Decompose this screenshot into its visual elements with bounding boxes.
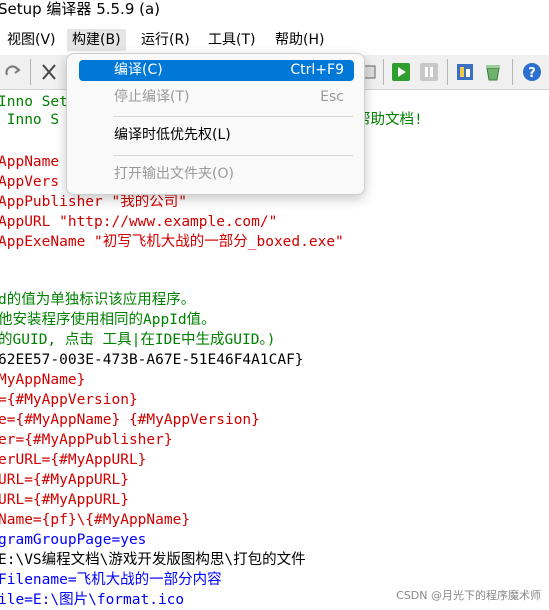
svg-text:?: ? [528, 66, 536, 81]
menu-separator [113, 116, 353, 117]
run-icon[interactable] [390, 61, 412, 83]
menu-item-label: 打开输出文件夹(O) [114, 166, 234, 182]
menu-view[interactable]: 视图(V) [2, 29, 61, 51]
code-line: e={#MyAppName} {#MyAppVersion} [0, 412, 260, 428]
toolbar-separator [447, 59, 448, 85]
code-line: ile=E:\图片\format.ico [0, 592, 185, 608]
menu-item-compile[interactable]: 编译(C) Ctrl+F9 [79, 60, 354, 81]
menu-item-label: 编译时低优先权(L) [114, 127, 231, 143]
cut-icon[interactable] [38, 61, 60, 83]
code-line: AppExeName "初写飞机大战的一部分_boxed.exe" [0, 234, 344, 250]
code-line: Filename=飞机大战的一部分内容 [0, 572, 222, 588]
code-line: AppURL "http://www.example.com/" [0, 214, 278, 230]
menu-help[interactable]: 帮助(H) [270, 29, 329, 51]
window-title: Setup 编译器 5.5.9 (a) [0, 0, 161, 18]
menu-item-open-output-folder[interactable]: 打开输出文件夹(O) [79, 164, 354, 185]
code-line: d的值为单独标识该应用程序。 [0, 292, 196, 308]
code-line: Inno Set [0, 94, 68, 110]
menu-bar: 视图(V) 构建(B) 运行(R) 工具(T) 帮助(H) [0, 26, 549, 53]
code-line: 的GUID, 点击 工具|在IDE中生成GUID。) [0, 332, 276, 348]
toolbar-separator [30, 59, 31, 85]
menu-item-stop-compile[interactable]: 停止编译(T) Esc [79, 87, 354, 108]
toolbar-separator [383, 59, 384, 85]
code-line: 他安装程序使用相同的AppId值。 [0, 312, 216, 328]
code-line: gramGroupPage=yes [0, 532, 147, 548]
code-line: 62EE57-003E-473B-A67E-51E46F4A1CAF} [0, 352, 304, 368]
menu-item-shortcut: Esc [320, 89, 344, 105]
code-line: erURL={#MyAppURL} [0, 452, 147, 468]
menu-build[interactable]: 构建(B) [67, 29, 126, 51]
redo-icon[interactable] [2, 61, 24, 83]
code-line: URL={#MyAppURL} [0, 492, 129, 508]
code-line-suffix: 帮助文档! [356, 112, 423, 128]
watermark: CSDN @月光下的程序魔术师 [396, 589, 541, 602]
menu-item-low-priority[interactable]: 编译时低优先权(L) [79, 125, 354, 146]
menu-run[interactable]: 运行(R) [136, 29, 195, 51]
code-line: AppPublisher "我的公司" [0, 194, 187, 210]
menu-item-label: 停止编译(T) [114, 89, 190, 105]
pause-icon[interactable] [418, 61, 440, 83]
code-line: URL={#MyAppURL} [0, 472, 129, 488]
code-line: AppVers [0, 174, 60, 190]
toolbar-separator [512, 59, 513, 85]
code-line: Inno S [0, 112, 60, 128]
menu-item-label: 编译(C) [114, 62, 163, 78]
code-line: E:\VS编程文档\游戏开发版图构思\打包的文件 [0, 552, 306, 568]
code-line: MyAppName} [0, 372, 86, 388]
help-icon[interactable]: ? [521, 61, 543, 83]
wizard-icon[interactable] [454, 61, 476, 83]
window-title-bar: Setup 编译器 5.5.9 (a) [0, 0, 549, 24]
code-line: Name={pf}\{#MyAppName} [0, 512, 191, 528]
code-line: er={#MyAppPublisher} [0, 432, 173, 448]
menu-tools[interactable]: 工具(T) [203, 29, 260, 51]
code-line: ={#MyAppVersion} [0, 392, 138, 408]
menu-item-shortcut: Ctrl+F9 [290, 62, 344, 78]
recycle-icon[interactable] [482, 61, 504, 83]
build-menu-dropdown: 编译(C) Ctrl+F9 停止编译(T) Esc 编译时低优先权(L) 打开输… [66, 53, 365, 195]
code-line: AppName [0, 154, 60, 170]
menu-separator [113, 155, 353, 156]
